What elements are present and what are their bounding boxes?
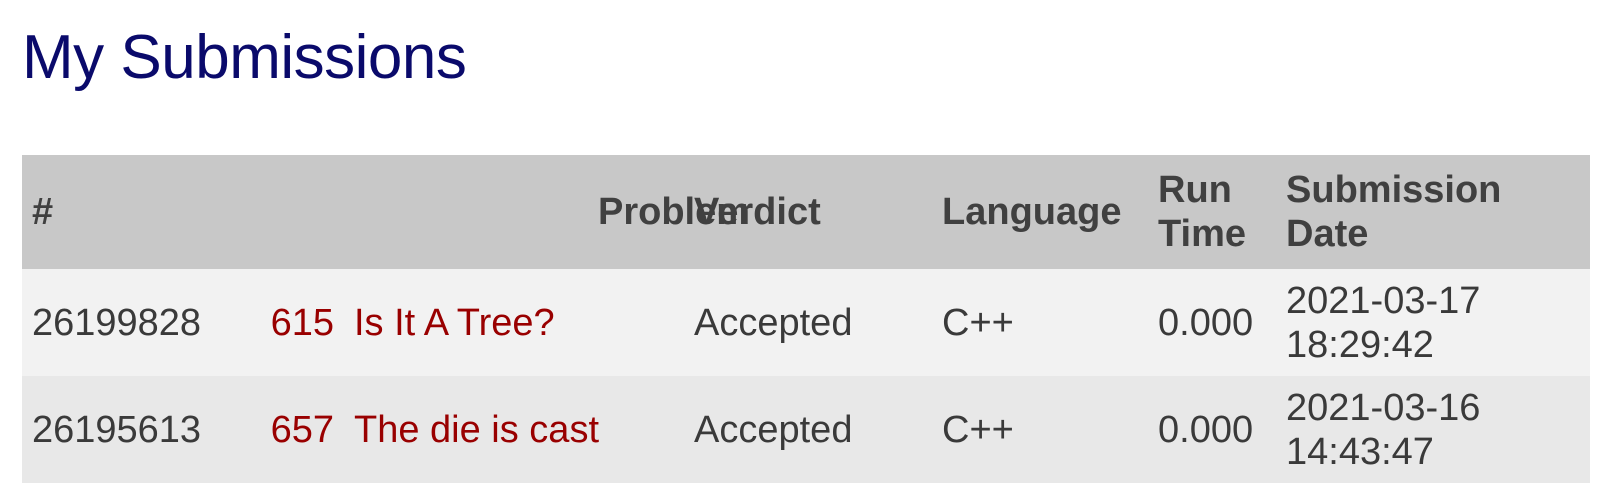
verdict: Accepted [684, 269, 933, 376]
submission-date-time: 14:43:47 [1286, 430, 1434, 473]
submission-id: 26199828 [22, 269, 250, 376]
problem-id[interactable]: 657 [250, 376, 344, 483]
problem-id-link[interactable]: 657 [271, 409, 334, 451]
table-header-row: # Problem Verdict Language Run Time Submi… [22, 155, 1591, 269]
problem-name-link[interactable]: Is It A Tree? [354, 302, 555, 344]
submission-date-time: 18:29:42 [1286, 323, 1434, 366]
submission-date: 2021-03-16 14:43:47 [1276, 376, 1591, 483]
problem-id[interactable]: 615 [250, 269, 344, 376]
header-run-time: Run Time [1148, 155, 1277, 269]
problem-id-link[interactable]: 615 [271, 302, 334, 344]
table-row: 26199828 615 Is It A Tree? Accepted C++ … [22, 269, 1591, 376]
header-date-line2: Date [1286, 213, 1369, 255]
run-time: 0.000 [1148, 269, 1277, 376]
submission-date: 2021-03-17 18:29:42 [1276, 269, 1591, 376]
header-date-line1: Submission [1286, 169, 1502, 211]
submission-date-day: 2021-03-16 [1286, 386, 1481, 429]
header-id: # [22, 155, 250, 269]
header-verdict: Verdict [684, 155, 933, 269]
problem-name[interactable]: The die is cast [344, 376, 685, 483]
header-run-time-line1: Run [1158, 169, 1232, 211]
problem-name-link[interactable]: The die is cast [354, 409, 599, 451]
language: C++ [932, 269, 1149, 376]
header-submission-date: Submission Date [1276, 155, 1591, 269]
submission-id: 26195613 [22, 376, 250, 483]
header-problem: Problem [250, 155, 750, 269]
submission-date-day: 2021-03-17 [1286, 279, 1481, 322]
problem-name[interactable]: Is It A Tree? [344, 269, 685, 376]
submissions-table: # Problem Verdict Language Run Time Submi… [22, 155, 1591, 483]
header-language: Language [932, 155, 1149, 269]
table-row: 26195613 657 The die is cast Accepted C+… [22, 376, 1591, 483]
run-time: 0.000 [1148, 376, 1277, 483]
header-run-time-line2: Time [1158, 213, 1247, 255]
language: C++ [932, 376, 1149, 483]
verdict: Accepted [684, 376, 933, 483]
page-title: My Submissions [22, 23, 467, 92]
